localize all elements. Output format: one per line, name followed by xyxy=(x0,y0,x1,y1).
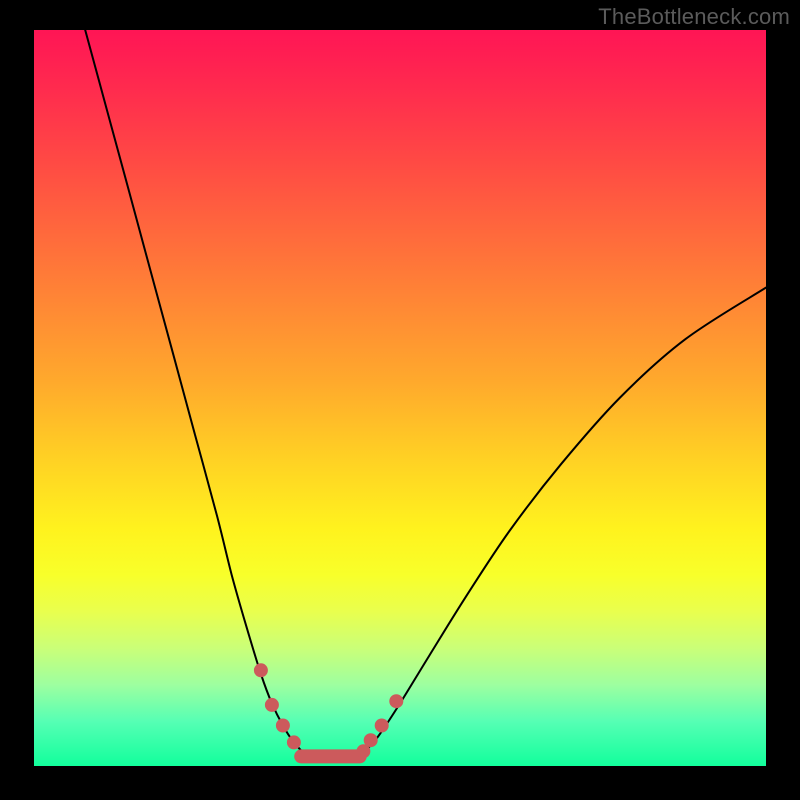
curve-marker xyxy=(276,719,290,733)
curve-marker xyxy=(389,694,403,708)
watermark-label: TheBottleneck.com xyxy=(598,4,790,29)
watermark-text: TheBottleneck.com xyxy=(598,4,790,30)
curve-layer xyxy=(34,30,766,766)
curve-marker xyxy=(265,698,279,712)
right-curve xyxy=(305,288,766,758)
chart-frame: TheBottleneck.com xyxy=(0,0,800,800)
curve-marker xyxy=(375,719,389,733)
curve-marker xyxy=(364,733,378,747)
plot-area xyxy=(34,30,766,766)
left-curve xyxy=(85,30,363,758)
curve-marker xyxy=(287,735,301,749)
curve-marker xyxy=(254,663,268,677)
